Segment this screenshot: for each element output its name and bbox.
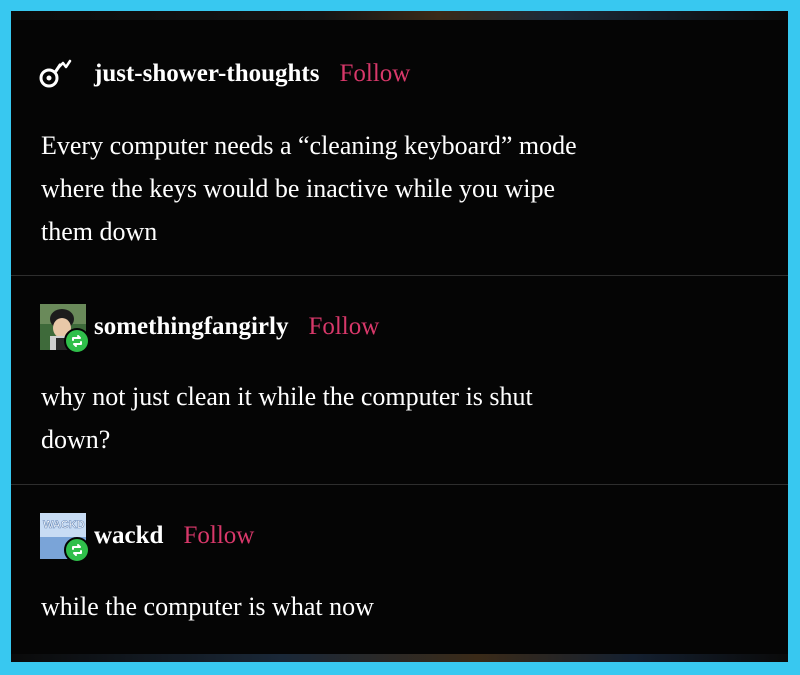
post-text-line: why not just clean it while the computer… bbox=[41, 382, 533, 411]
reblog-icon bbox=[64, 537, 90, 563]
post-text-line: where the keys would be inactive while y… bbox=[41, 174, 556, 203]
post-text-line: Every computer needs a “cleaning keyboar… bbox=[41, 131, 577, 160]
post-body-3: while the computer is what now bbox=[41, 585, 374, 628]
reblog-icon bbox=[64, 328, 90, 354]
username[interactable]: just-shower-thoughts bbox=[94, 60, 319, 88]
post-thread-frame: just-shower-thoughts Follow Every comput… bbox=[11, 11, 788, 662]
post-body-1: Every computer needs a “cleaning keyboar… bbox=[41, 124, 577, 253]
avatar-logo-text: WACKD bbox=[43, 519, 85, 531]
post-text-line: them down bbox=[41, 217, 158, 246]
follow-button[interactable]: Follow bbox=[339, 60, 410, 88]
username[interactable]: somethingfangirly bbox=[94, 313, 288, 341]
shower-head-icon bbox=[38, 59, 72, 89]
post-header-2: somethingfangirly Follow bbox=[40, 304, 379, 354]
top-strip bbox=[11, 11, 788, 20]
username[interactable]: wackd bbox=[94, 522, 163, 550]
follow-button[interactable]: Follow bbox=[183, 522, 254, 550]
post-text-line: down? bbox=[41, 425, 111, 454]
avatar[interactable]: WACKD bbox=[40, 513, 90, 563]
post-header-1: just-shower-thoughts Follow bbox=[38, 59, 410, 89]
follow-button[interactable]: Follow bbox=[308, 313, 379, 341]
avatar[interactable] bbox=[40, 304, 90, 354]
post-text-line: while the computer is what now bbox=[41, 592, 374, 621]
post-body-2: why not just clean it while the computer… bbox=[41, 375, 533, 461]
divider bbox=[11, 275, 788, 276]
bottom-strip bbox=[11, 654, 788, 662]
post-header-3: WACKD wackd Follow bbox=[40, 513, 254, 563]
divider bbox=[11, 484, 788, 485]
